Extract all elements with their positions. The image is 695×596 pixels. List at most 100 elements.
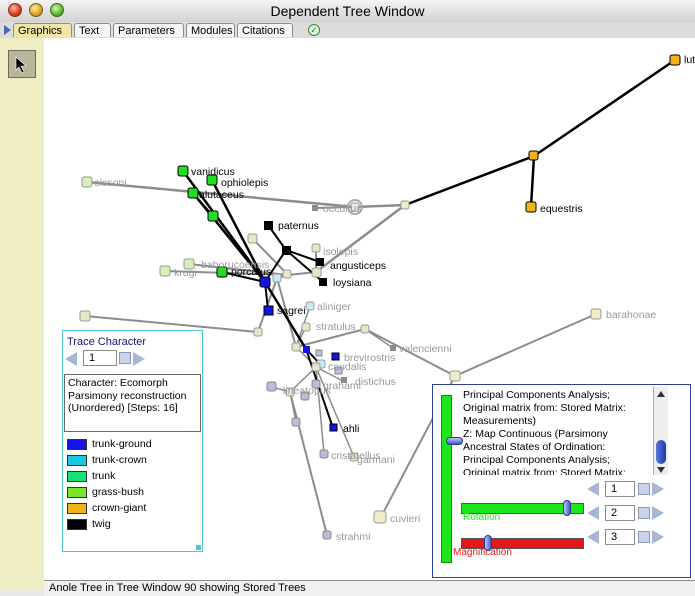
- axis3-next-icon[interactable]: [652, 530, 664, 544]
- scroll-up-icon[interactable]: [657, 391, 665, 397]
- rotation-label: Rotation: [463, 512, 501, 523]
- scroll-thumb[interactable]: [656, 440, 666, 464]
- legend-label: crown-giant: [92, 502, 147, 514]
- node[interactable]: [449, 370, 461, 382]
- node-aliniger[interactable]: [305, 301, 315, 311]
- node-lineatopus[interactable]: [266, 381, 277, 392]
- magnification-label: Magnification: [453, 547, 512, 558]
- node-cristatellus[interactable]: [319, 449, 329, 459]
- tab-graphics[interactable]: Graphics: [13, 23, 72, 37]
- legend-swatch: [67, 439, 87, 450]
- character-go-button[interactable]: [119, 352, 131, 364]
- legend-label: trunk-ground: [92, 438, 152, 450]
- z-axis-slider[interactable]: [441, 395, 463, 563]
- node-krugi[interactable]: [159, 265, 171, 277]
- label-krugi: krugi: [174, 267, 197, 279]
- disclosure-triangle-icon[interactable]: [4, 25, 11, 35]
- node-paternus[interactable]: [264, 221, 273, 230]
- node-vanidicus[interactable]: [177, 165, 189, 177]
- character-number-field[interactable]: 1: [83, 350, 117, 366]
- node-sagrei[interactable]: [263, 305, 274, 316]
- node-olssoni[interactable]: [81, 176, 93, 188]
- arrow-cursor-icon: [15, 56, 27, 74]
- axis1-go-button[interactable]: [638, 483, 650, 495]
- character-description: Character: Ecomorph Parsimony reconstruc…: [64, 374, 201, 432]
- node[interactable]: [291, 417, 301, 427]
- node-occultus[interactable]: [312, 205, 318, 211]
- legend-swatch: [67, 503, 87, 514]
- label-ophiolepis: ophiolepis: [221, 177, 268, 189]
- axis3-previous-icon[interactable]: [587, 530, 599, 544]
- tab-text[interactable]: Text: [74, 23, 111, 37]
- arrow-tool-button[interactable]: [8, 50, 36, 78]
- node-loysiana[interactable]: [319, 278, 327, 286]
- node-equestris[interactable]: [525, 201, 537, 213]
- axis3-go-button[interactable]: [638, 531, 650, 543]
- legend-label: grass-bush: [92, 486, 144, 498]
- node[interactable]: [291, 342, 301, 352]
- node-isolepis[interactable]: [311, 243, 321, 253]
- label-strahmi: strahmi: [336, 531, 370, 543]
- node-alutaceus[interactable]: [187, 187, 199, 199]
- description-scrollbar[interactable]: [653, 387, 668, 475]
- node-angusticeps[interactable]: [316, 258, 324, 266]
- node-strahmi[interactable]: [322, 530, 332, 540]
- previous-character-icon[interactable]: [65, 352, 77, 366]
- label-isolepis: isolepis: [323, 246, 358, 258]
- branch: [533, 58, 676, 158]
- ordination-control-panel: Principal Components Analysis; Original …: [432, 384, 691, 578]
- node-barahonae[interactable]: [590, 308, 602, 320]
- axis1-next-icon[interactable]: [652, 482, 664, 496]
- node-cuvieri[interactable]: [373, 510, 387, 524]
- next-character-icon[interactable]: [133, 352, 145, 366]
- node-brevirostris[interactable]: [331, 352, 340, 361]
- label-garmani: garmani: [357, 454, 395, 466]
- node[interactable]: [528, 150, 539, 161]
- node[interactable]: [400, 200, 410, 210]
- check-icon[interactable]: ✓: [308, 24, 320, 36]
- tab-modules[interactable]: Modules: [186, 23, 235, 37]
- node[interactable]: [253, 327, 263, 337]
- label-aliniger: aliniger: [317, 301, 351, 313]
- node[interactable]: [79, 310, 91, 322]
- node[interactable]: [259, 276, 271, 288]
- tab-citations[interactable]: Citations: [237, 23, 293, 37]
- node-valencienni[interactable]: [390, 345, 396, 351]
- branch: [404, 154, 535, 207]
- node-stratulus[interactable]: [301, 322, 311, 332]
- legend-label: trunk: [92, 470, 116, 482]
- branch: [529, 155, 536, 208]
- scroll-down-icon[interactable]: [657, 467, 665, 473]
- node-ahli[interactable]: [329, 423, 338, 432]
- tab-parameters[interactable]: Parameters: [113, 23, 184, 37]
- axis1-previous-icon[interactable]: [587, 482, 599, 496]
- axis2-previous-icon[interactable]: [587, 506, 599, 520]
- legend-swatch: [67, 471, 87, 482]
- label-equestris: equestris: [540, 203, 583, 215]
- node-lutea[interactable]: [669, 54, 681, 66]
- node[interactable]: [311, 267, 322, 278]
- node[interactable]: [311, 362, 321, 372]
- axis2-go-button[interactable]: [638, 507, 650, 519]
- node[interactable]: [282, 269, 292, 279]
- label-occultus: occultus: [323, 203, 362, 215]
- legend-swatch: [67, 487, 87, 498]
- axis3-field[interactable]: 3: [605, 529, 635, 545]
- label-olssoni: olssoni: [94, 177, 127, 189]
- node[interactable]: [315, 349, 323, 357]
- axis2-field[interactable]: 2: [605, 505, 635, 521]
- node[interactable]: [272, 273, 282, 283]
- label-alutaceus: alutaceus: [199, 189, 244, 201]
- z-axis-slider-thumb[interactable]: [446, 437, 463, 445]
- node[interactable]: [303, 346, 310, 353]
- node[interactable]: [247, 233, 258, 244]
- node[interactable]: [282, 246, 291, 255]
- panel-resize-handle[interactable]: [196, 545, 201, 550]
- node[interactable]: [360, 324, 370, 334]
- rotation-slider-thumb[interactable]: [563, 500, 571, 516]
- axis2-next-icon[interactable]: [652, 506, 664, 520]
- node[interactable]: [207, 210, 219, 222]
- legend-label: twig: [92, 518, 111, 530]
- status-bar: Anole Tree in Tree Window 90 showing Sto…: [44, 580, 695, 596]
- axis1-field[interactable]: 1: [605, 481, 635, 497]
